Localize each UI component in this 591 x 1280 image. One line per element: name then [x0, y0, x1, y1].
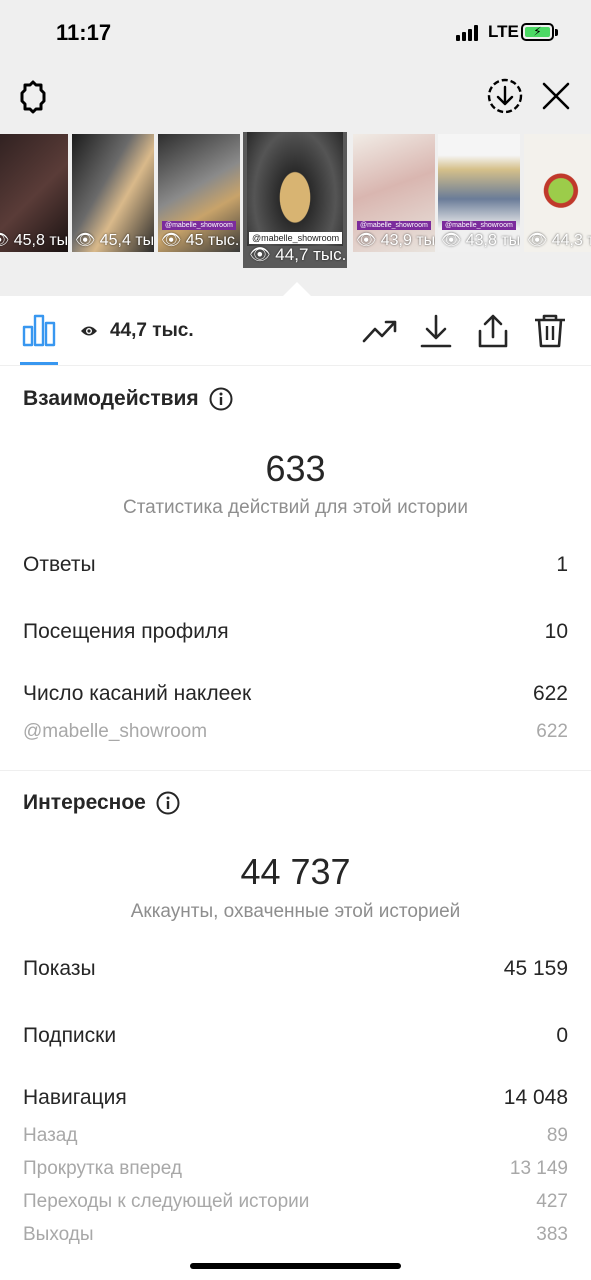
discovery-total: 44 737 [240, 851, 351, 892]
story-thumbnail-strip: 👁 45,8 тыс. 👁 45,4 тыс. @mabelle_showroo… [0, 132, 591, 272]
battery-cap [555, 29, 558, 36]
interactions-title: Взаимодействия [23, 387, 233, 411]
stat-value: 13 149 [509, 1158, 568, 1179]
active-thumbnail-pointer [283, 282, 311, 296]
stat-subrow-sticker-mention[interactable]: @mabelle_showroom 622 [23, 721, 568, 743]
stat-value: 1 [556, 553, 568, 576]
thumbnail-mention-tag: @mabelle_showroom [162, 221, 236, 230]
thumbnail-views: 👁 45,4 тыс. [75, 232, 154, 249]
thumbnail-views: 👁 44,7 тыс. [249, 245, 347, 264]
stat-subrow-exits: Выходы 383 [23, 1224, 568, 1246]
stat-label: Навигация [23, 1086, 127, 1109]
stat-row-profile-visits: Посещения профиля 10 [23, 620, 568, 644]
thumbnail-views: 👁 43,8 тыс. [441, 232, 520, 249]
stat-label: Показы [23, 957, 96, 980]
discovery-caption: Аккаунты, охваченные этой историей [130, 901, 461, 922]
interactions-caption: Статистика действий для этой истории [122, 497, 469, 518]
story-thumbnail[interactable]: @mabelle_showroom 👁 43,9 тыс. [353, 134, 435, 252]
stat-value: 427 [536, 1191, 568, 1212]
thumbnail-views: 👁 45 тыс. [161, 232, 240, 249]
thumbnail-views: 👁 44,3 тыс. [527, 232, 591, 249]
info-icon[interactable] [209, 387, 233, 411]
stat-value: 14 048 [503, 1086, 568, 1109]
stat-label: Переходы к следующей истории [23, 1191, 310, 1212]
trending-icon[interactable] [362, 313, 398, 349]
stat-row-follows: Подписки 0 [23, 1024, 568, 1048]
stat-subrow-back: Назад 89 [23, 1125, 568, 1147]
stat-label: @mabelle_showroom [23, 721, 208, 742]
home-indicator[interactable] [190, 1263, 401, 1269]
settings-icon[interactable] [14, 78, 52, 116]
stat-label: Назад [23, 1125, 78, 1146]
insights-toolbar: 44,7 тыс. [0, 296, 591, 366]
active-tab-indicator [20, 362, 58, 365]
story-thumbnail[interactable]: @mabelle_showroom 👁 43,8 тыс. [438, 134, 520, 252]
stat-value: 0 [556, 1024, 568, 1047]
delete-icon[interactable] [532, 313, 568, 349]
status-time: 11:17 [56, 20, 112, 45]
download-icon[interactable] [418, 313, 454, 349]
stat-value: 89 [546, 1125, 568, 1146]
story-thumbnail[interactable]: 👁 45,4 тыс. [72, 134, 154, 252]
thumbnail-mention-tag: @mabelle_showroom [442, 221, 516, 230]
views-count: 44,7 тыс. [80, 320, 194, 342]
stat-row-sticker-taps: Число касаний наклеек 622 [23, 682, 568, 706]
stat-value: 45 159 [503, 957, 568, 980]
thumbnail-views: 👁 43,9 тыс. [356, 232, 435, 249]
stat-value: 622 [536, 721, 568, 742]
share-icon[interactable] [475, 313, 511, 349]
stat-subrow-next-story: Переходы к следующей истории 427 [23, 1191, 568, 1213]
section-divider [0, 770, 591, 771]
thumbnail-mention-tag: @mabelle_showroom [357, 221, 431, 230]
stat-label: Посещения профиля [23, 620, 229, 643]
interactions-total: 633 [265, 448, 326, 489]
eye-icon [81, 326, 97, 336]
thumbnail-views: 👁 45,8 тыс. [0, 232, 68, 249]
bar-chart-icon[interactable] [22, 313, 56, 347]
stat-value: 10 [544, 620, 568, 643]
stat-row-replies: Ответы 1 [23, 553, 568, 577]
story-thumbnail[interactable]: 👁 45,8 тыс. [0, 134, 68, 252]
close-icon[interactable] [540, 80, 572, 112]
story-viewer-header: 👁 45,8 тыс. 👁 45,4 тыс. @mabelle_showroo… [0, 62, 591, 296]
story-thumbnail-active[interactable]: @mabelle_showroom 👁 44,7 тыс. [243, 132, 347, 268]
stat-value: 622 [532, 682, 568, 705]
stat-value: 383 [536, 1224, 568, 1245]
info-icon[interactable] [156, 791, 180, 815]
story-thumbnail[interactable]: 👁 44,3 тыс. [524, 134, 591, 252]
network-label: LTE [488, 22, 519, 41]
stat-row-impressions: Показы 45 159 [23, 957, 568, 981]
stat-label: Подписки [23, 1024, 117, 1047]
stat-label: Выходы [23, 1224, 94, 1245]
battery-icon: ⚡ [521, 23, 554, 41]
status-bar: 11:17 LTE ⚡ [0, 0, 591, 62]
stat-label: Число касаний наклеек [23, 682, 252, 705]
stat-label: Прокрутка вперед [23, 1158, 182, 1179]
stat-label: Ответы [23, 553, 96, 576]
stat-subrow-forward: Прокрутка вперед 13 149 [23, 1158, 568, 1180]
stat-row-navigation: Навигация 14 048 [23, 1086, 568, 1110]
save-story-icon[interactable] [486, 77, 524, 115]
story-thumbnail[interactable]: @mabelle_showroom 👁 45 тыс. [158, 134, 240, 252]
views-count-value: 44,7 тыс. [110, 320, 194, 341]
discovery-title: Интересное [23, 791, 180, 815]
thumbnail-mention-tag: @mabelle_showroom [249, 232, 343, 244]
signal-icon [456, 25, 482, 41]
